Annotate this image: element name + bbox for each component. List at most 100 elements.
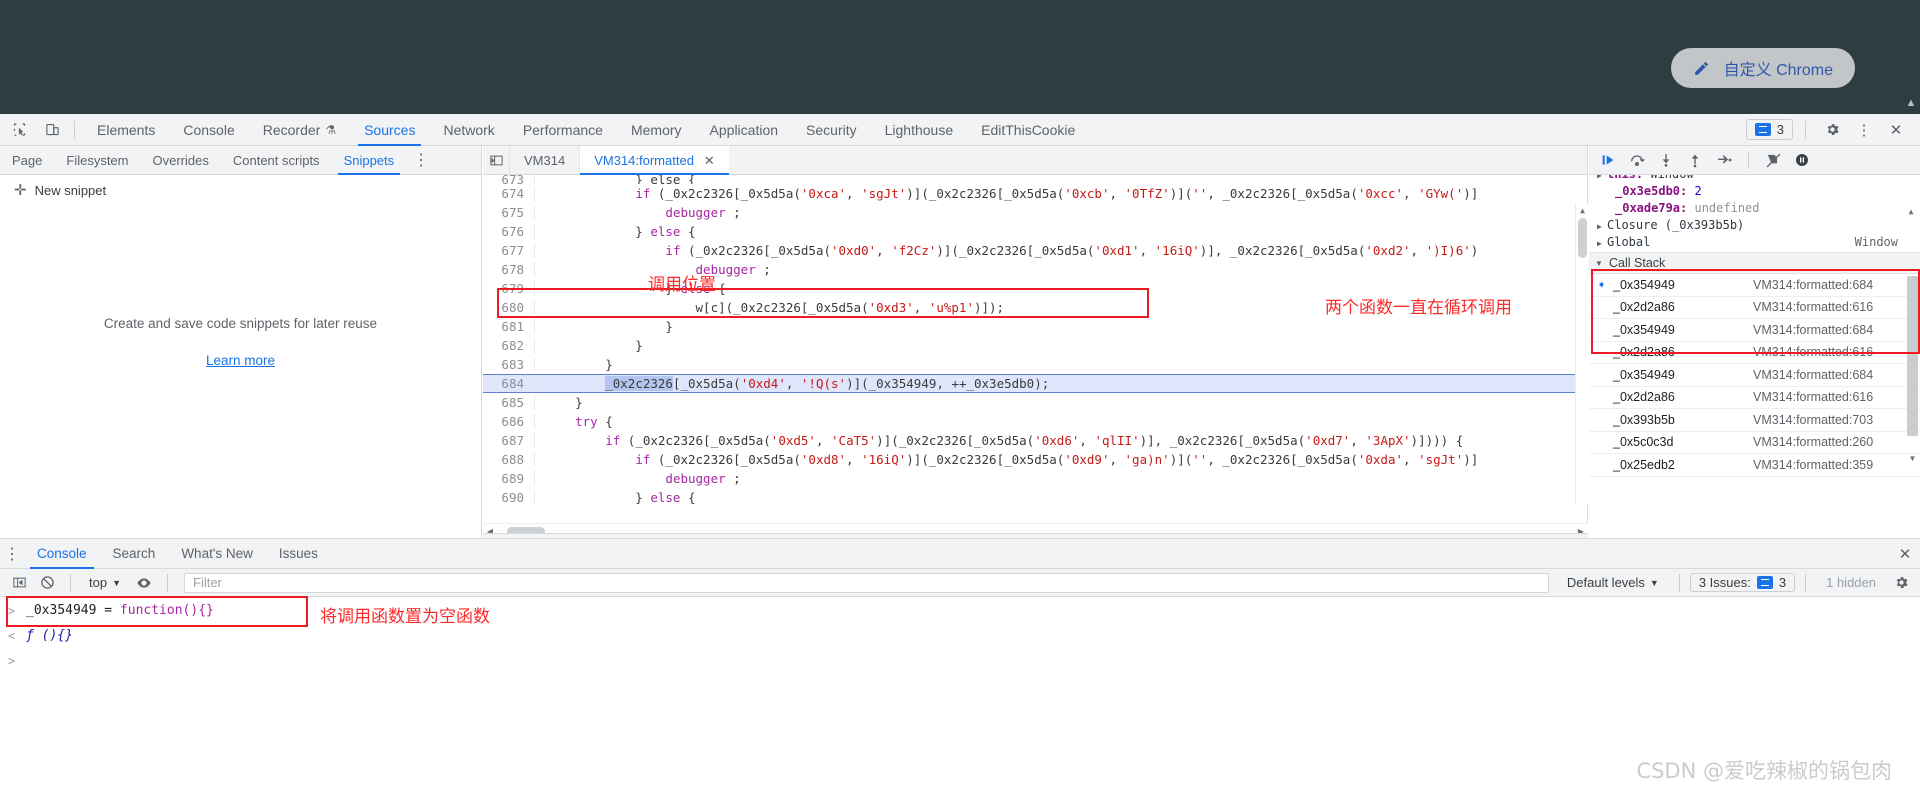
tab-console[interactable]: Console	[169, 114, 248, 146]
devtools-toolbar-right: 3 ⋮ ✕	[1745, 116, 1920, 144]
drawer-tab-issues[interactable]: Issues	[266, 539, 331, 569]
drawer-more-icon[interactable]: ⋮	[0, 539, 24, 569]
call-stack-header[interactable]: ▼ Call Stack	[1589, 252, 1920, 274]
line-number: 685	[483, 395, 535, 410]
frame-location: VM314:formatted:684	[1753, 277, 1874, 292]
tab-security[interactable]: Security	[792, 114, 871, 146]
tab-editthiscookie[interactable]: EditThisCookie	[967, 114, 1089, 146]
drawer-tab-console[interactable]: Console	[24, 539, 100, 569]
scroll-up-arrow[interactable]: ▲	[1576, 204, 1588, 217]
nav-tab-snippets[interactable]: Snippets	[332, 146, 407, 175]
nav-tab-filesystem[interactable]: Filesystem	[54, 146, 140, 175]
tab-performance[interactable]: Performance	[509, 114, 617, 146]
inspect-element-icon[interactable]	[5, 116, 33, 144]
scope-row[interactable]: ▶ Global Window	[1589, 234, 1920, 251]
console-sidebar-icon[interactable]	[6, 570, 32, 596]
learn-more-link[interactable]: Learn more	[0, 353, 481, 368]
scope-scrollbar[interactable]: ▲	[1906, 207, 1916, 252]
editor-tab-vm314[interactable]: VM314	[509, 145, 579, 175]
scroll-thumb[interactable]	[1578, 218, 1587, 258]
pause-on-exceptions-icon[interactable]	[1789, 147, 1815, 173]
line-number: 680	[483, 300, 535, 315]
console-prompt-line[interactable]: >	[0, 648, 1920, 673]
chevron-right-icon[interactable]: ▶	[1597, 218, 1607, 235]
close-icon[interactable]: ✕	[704, 146, 715, 175]
chevron-right-icon[interactable]: ▶	[1597, 235, 1607, 252]
call-stack-scrollbar[interactable]	[1907, 276, 1918, 452]
new-snippet-button[interactable]: ✛ New snippet	[0, 175, 481, 206]
console-input-line[interactable]: > _0x354949 = function(){}	[0, 598, 1920, 623]
scope-value: 2	[1694, 184, 1702, 198]
clear-console-icon[interactable]	[34, 570, 60, 596]
navigator-more-icon[interactable]: ⋮	[410, 146, 432, 175]
editor-tab-vm314-formatted[interactable]: VM314:formatted ✕	[579, 145, 729, 175]
deactivate-breakpoints-icon[interactable]	[1760, 147, 1786, 173]
gear-icon[interactable]	[1818, 116, 1846, 144]
toolbar-divider	[70, 573, 71, 592]
issues-chip[interactable]: 3	[1745, 119, 1793, 140]
tab-memory[interactable]: Memory	[617, 114, 696, 146]
scope-row[interactable]: ▶ Closure (_0x393b5b)	[1589, 217, 1920, 234]
scope-row[interactable]: ▶this: Window	[1589, 175, 1920, 183]
nav-tab-content-scripts[interactable]: Content scripts	[221, 146, 332, 175]
scope-row[interactable]: _0x3e5db0: 2	[1589, 183, 1920, 200]
line-number: 684	[483, 376, 535, 391]
tab-elements[interactable]: Elements	[83, 114, 169, 146]
console-input-fn: function(){}	[119, 603, 214, 618]
drawer-tab-search[interactable]: Search	[100, 539, 169, 569]
call-stack-row[interactable]: _0x5c0c3d VM314:formatted:260	[1589, 432, 1920, 454]
step-icon[interactable]	[1711, 147, 1737, 173]
editor-vertical-scrollbar[interactable]: ▲	[1575, 204, 1588, 505]
tab-application[interactable]: Application	[696, 114, 793, 146]
nav-tab-page[interactable]: Page	[0, 146, 54, 175]
tab-network[interactable]: Network	[429, 114, 508, 146]
console-filter-input[interactable]: Filter	[184, 572, 1549, 593]
tab-recorder[interactable]: Recorder ⚗	[249, 114, 350, 146]
step-out-icon[interactable]	[1682, 147, 1708, 173]
scroll-thumb[interactable]	[1907, 276, 1918, 436]
message-icon	[1754, 123, 1771, 136]
kebab-menu-icon[interactable]: ⋮	[1850, 116, 1878, 144]
show-navigator-icon[interactable]	[483, 146, 509, 175]
live-expression-icon[interactable]	[131, 570, 157, 596]
tab-sources[interactable]: Sources	[350, 114, 429, 146]
scope-pane[interactable]: ▶this: Window _0x3e5db0: 2 _0xade79a: un…	[1589, 175, 1920, 252]
line-content: }	[545, 357, 613, 372]
log-level-selector[interactable]: Default levels ▼	[1557, 575, 1669, 590]
call-stack-row[interactable]: _0x2d2a86 VM314:formatted:616	[1589, 297, 1920, 319]
nav-tab-overrides[interactable]: Overrides	[141, 146, 221, 175]
call-stack-row[interactable]: _0x2d2a86 VM314:formatted:616	[1589, 342, 1920, 364]
customize-chrome-button[interactable]: 自定义 Chrome	[1670, 48, 1855, 88]
code-line: 683 }	[483, 355, 1588, 374]
call-stack-row[interactable]: _0x354949 VM314:formatted:684	[1589, 319, 1920, 342]
line-content: } else {	[545, 224, 696, 239]
step-into-icon[interactable]	[1653, 147, 1679, 173]
call-stack-row[interactable]: _0x393b5b VM314:formatted:703	[1589, 409, 1920, 432]
tab-lighthouse[interactable]: Lighthouse	[871, 114, 968, 146]
console-messages[interactable]: > _0x354949 = function(){} < ƒ (){} >	[0, 598, 1920, 803]
gear-icon[interactable]	[1888, 570, 1914, 596]
console-issues-button[interactable]: 3 Issues: 3	[1689, 573, 1796, 592]
resume-script-icon[interactable]	[1595, 147, 1621, 173]
page-scrollbar-up-arrow[interactable]: ▲	[1904, 96, 1918, 110]
debugger-sidebar: ▶this: Window _0x3e5db0: 2 _0xade79a: un…	[1589, 146, 1920, 538]
step-over-icon[interactable]	[1624, 147, 1650, 173]
chevron-right-icon[interactable]: ▶	[1597, 175, 1607, 184]
scroll-down-arrow[interactable]: ▼	[1907, 454, 1918, 463]
code-editor[interactable]: 673 } else { 674 if (_0x2c2326[_0x5d5a('…	[483, 175, 1588, 505]
scroll-up-arrow[interactable]: ▲	[1906, 207, 1916, 216]
scope-row[interactable]: _0xade79a: undefined	[1589, 200, 1920, 217]
drawer-tab-whats-new[interactable]: What's New	[168, 539, 266, 569]
close-icon[interactable]: ✕	[1890, 539, 1920, 569]
device-toolbar-icon[interactable]	[38, 116, 66, 144]
tab-label: Sources	[364, 121, 416, 138]
call-stack-row[interactable]: _0x2d2a86 VM314:formatted:616	[1589, 387, 1920, 409]
console-context-selector[interactable]: top ▼	[81, 575, 129, 590]
call-stack-list[interactable]: ➧ _0x354949 VM314:formatted:684 _0x2d2a8…	[1589, 274, 1920, 534]
call-stack-row[interactable]: ➧ _0x354949 VM314:formatted:684	[1589, 274, 1920, 297]
close-icon[interactable]: ✕	[1882, 116, 1910, 144]
call-stack-row[interactable]: _0x25edb2 VM314:formatted:359	[1589, 454, 1920, 477]
chevron-down-icon[interactable]: ▼	[1595, 259, 1605, 268]
line-number: 689	[483, 471, 535, 486]
call-stack-row[interactable]: _0x354949 VM314:formatted:684	[1589, 364, 1920, 387]
